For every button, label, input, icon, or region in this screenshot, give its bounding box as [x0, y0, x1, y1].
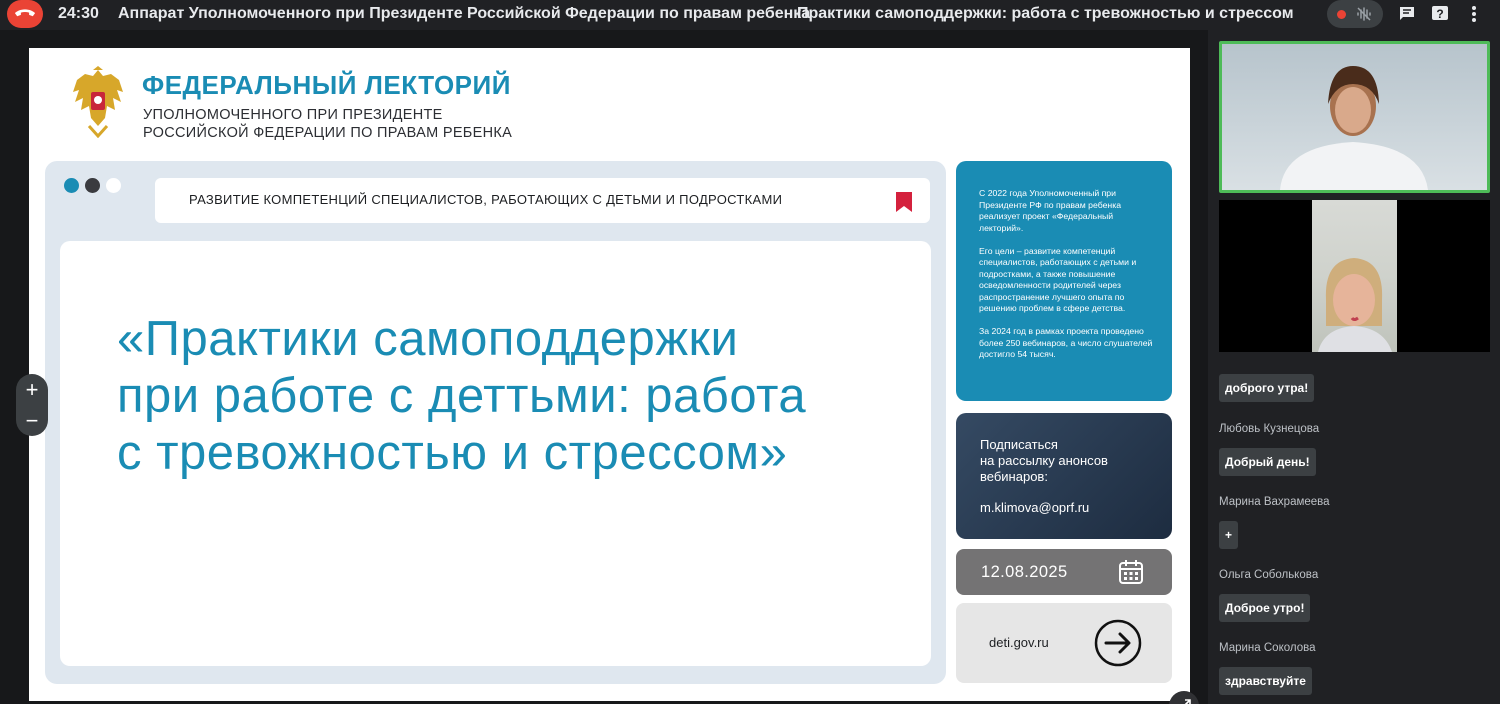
arrow-right-circle-icon	[1094, 619, 1142, 667]
expand-icon	[1184, 699, 1191, 704]
dot-blue	[64, 178, 79, 193]
end-call-icon	[14, 9, 36, 17]
meeting-title: Аппарат Уполномоченного при Президенте Р…	[118, 5, 811, 22]
participant-video-speaker[interactable]	[1219, 41, 1490, 193]
dot-dark	[85, 178, 100, 193]
help-button[interactable]: ?	[1429, 3, 1451, 25]
participant-video-2-frame	[1312, 200, 1397, 352]
site-url: deti.gov.ru	[989, 635, 1049, 650]
chat-button[interactable]	[1396, 3, 1418, 25]
webinar-title-line1: «Практики самоподдержки	[117, 312, 739, 366]
zoom-in-button[interactable]: +	[26, 377, 39, 403]
chat-message: Доброе утро!	[1219, 594, 1311, 622]
chat-author: Ольга Собольковa	[1219, 569, 1319, 581]
subscribe-line2: на рассылку анонсов	[980, 453, 1108, 468]
side-panel: доброго утра! Любовь Кузнецова Добрый де…	[1208, 30, 1500, 704]
zoom-out-button[interactable]: −	[26, 408, 39, 434]
brand-subtitle-line1: УПОЛНОМОЧЕННОГО ПРИ ПРЕЗИДЕНТЕ	[143, 107, 443, 123]
subscribe-text: Подписаться на рассылку анонсов вебинаро…	[980, 437, 1162, 485]
webinar-title: «Практики самоподдержки при работе с дет…	[117, 311, 917, 482]
recording-dot	[1337, 9, 1346, 19]
project-info-card: С 2022 года Уполномоченный при Президент…	[956, 161, 1172, 401]
webinar-title-line2: при работе с деттьми: работа	[117, 369, 807, 423]
chat-message: доброго утра!	[1219, 374, 1315, 402]
info-paragraph-2: Его цели – развитие компетенций специали…	[979, 245, 1137, 314]
info-paragraph-1: С 2022 года Уполномоченный при Президент…	[979, 188, 1122, 233]
brand-subtitle: УПОЛНОМОЧЕННОГО ПРИ ПРЕЗИДЕНТЕ РОССИЙСКО…	[143, 106, 512, 142]
more-button[interactable]	[1463, 3, 1485, 25]
slide: ФЕДЕРАЛЬНЫЙ ЛЕКТОРИЙ УПОЛНОМОЧЕННОГО ПРИ…	[29, 48, 1190, 701]
more-vert-icon	[1472, 6, 1476, 22]
subscribe-line1: Подписаться	[980, 437, 1058, 452]
brand-subtitle-line2: РОССИЙСКОЙ ФЕДЕРАЦИИ ПО ПРАВАМ РЕБЕНКА	[143, 125, 513, 141]
chat-message: здравствуйте	[1219, 667, 1312, 695]
main-panel: РАЗВИТИЕ КОМПЕТЕНЦИЙ СПЕЦИАЛИСТОВ, РАБОТ…	[45, 161, 946, 684]
chat-author: Марина Соколова	[1219, 642, 1316, 654]
topic-title: Практики самоподдержки: работа с тревожн…	[797, 5, 1294, 22]
mic-status-pill[interactable]	[1327, 0, 1383, 28]
date-card: 12.08.2025	[956, 549, 1172, 595]
bookmark-icon	[896, 192, 912, 212]
help-icon: ?	[1432, 6, 1448, 21]
site-card: deti.gov.ru	[956, 603, 1172, 683]
end-call-button[interactable]	[7, 0, 43, 28]
call-timer: 24:30	[58, 5, 99, 22]
svg-text:?: ?	[1436, 7, 1443, 21]
coat-of-arms-icon	[73, 66, 123, 138]
webinar-title-line3: с тревожностью и стрессом»	[117, 426, 788, 480]
chat-author: Любовь Кузнецова	[1219, 423, 1320, 435]
webinar-date: 12.08.2025	[981, 563, 1068, 581]
subscribe-email: m.klimova@oprf.ru	[980, 500, 1090, 515]
calendar-icon	[1119, 560, 1143, 584]
topic-bar: РАЗВИТИЕ КОМПЕТЕНЦИЙ СПЕЦИАЛИСТОВ, РАБОТ…	[155, 178, 930, 223]
participant-figure	[1318, 258, 1392, 352]
subscribe-line3: вебинаров:	[980, 469, 1048, 484]
mic-off-icon	[1357, 7, 1371, 21]
presentation-area: ФЕДЕРАЛЬНЫЙ ЛЕКТОРИЙ УПОЛНОМОЧЕННОГО ПРИ…	[0, 30, 1208, 704]
brand-title: ФЕДЕРАЛЬНЫЙ ЛЕКТОРИЙ	[142, 70, 511, 100]
title-card: «Практики самоподдержки при работе с дет…	[60, 241, 931, 666]
speaker-video-frame	[1280, 66, 1428, 190]
subscribe-card: Подписаться на рассылку анонсов вебинаро…	[956, 413, 1172, 539]
chat-author: Марина Вахрамеева	[1219, 496, 1330, 508]
participant-video-2[interactable]	[1219, 200, 1490, 352]
zoom-control: + −	[16, 374, 48, 436]
top-bar: 24:30 Аппарат Уполномоченного при Презид…	[0, 0, 1500, 30]
info-paragraph-3: За 2024 год в рамках проекта проведено б…	[979, 326, 1153, 359]
topic-bar-text: РАЗВИТИЕ КОМПЕТЕНЦИЙ СПЕЦИАЛИСТОВ, РАБОТ…	[189, 192, 783, 207]
chat-message: Добрый день!	[1219, 448, 1316, 476]
dot-white	[106, 178, 121, 193]
chat-message: +	[1219, 521, 1239, 549]
chat-icon	[1400, 7, 1414, 20]
